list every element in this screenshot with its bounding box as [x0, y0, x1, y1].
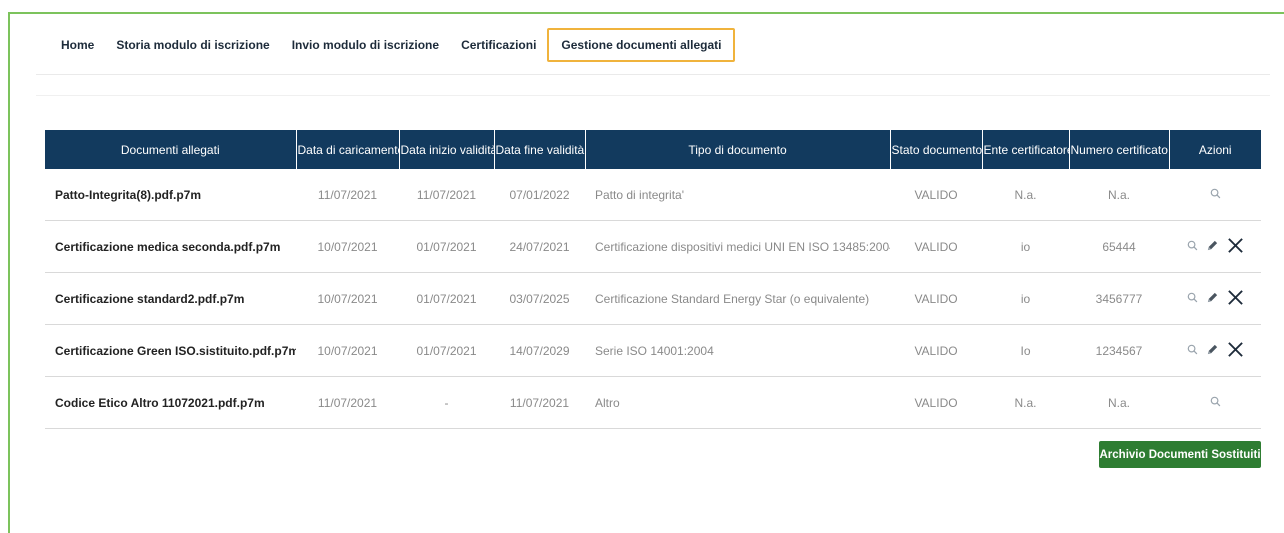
- upload-date-cell: 10/07/2021: [296, 272, 399, 325]
- validity-end-cell: 11/07/2021: [494, 376, 585, 429]
- pencil-icon[interactable]: [1206, 343, 1219, 359]
- certificate-number-cell: 3456777: [1069, 272, 1169, 325]
- validity-start-cell: 01/07/2021: [399, 272, 494, 325]
- column-header: Azioni: [1169, 130, 1261, 169]
- validity-start-cell: -: [399, 376, 494, 429]
- actions-cell: [1169, 376, 1261, 429]
- document-name-cell: Certificazione standard2.pdf.p7m: [45, 272, 296, 325]
- validity-end-cell: 24/07/2021: [494, 220, 585, 273]
- table-row: Patto-Integrita(8).pdf.p7m 11/07/2021 11/0…: [45, 169, 1261, 221]
- tab-storia-modulo[interactable]: Storia modulo di iscrizione: [105, 28, 280, 62]
- main-nav: Home Storia modulo di iscrizione Invio m…: [50, 27, 736, 63]
- table-row: Certificazione standard2.pdf.p7m 10/07/20…: [45, 272, 1261, 325]
- certificate-number-cell: N.a.: [1069, 376, 1169, 429]
- document-name-cell: Codice Etico Altro 11072021.pdf.p7m: [45, 376, 296, 429]
- certificate-number-cell: N.a.: [1069, 169, 1169, 221]
- column-header[interactable]: Documenti allegati: [45, 130, 297, 169]
- archive-replaced-documents-button[interactable]: Archivio Documenti Sostituiti: [1099, 441, 1261, 468]
- document-status-cell: VALIDO: [890, 220, 982, 273]
- tab-invio-modulo[interactable]: Invio modulo di iscrizione: [281, 28, 450, 62]
- table-row: Certificazione medica seconda.pdf.p7m 10/…: [45, 220, 1261, 273]
- nav-divider: [36, 74, 1270, 75]
- validity-start-cell: 11/07/2021: [399, 169, 494, 221]
- search-icon[interactable]: [1187, 292, 1198, 306]
- actions-cell: [1169, 272, 1261, 325]
- column-header[interactable]: Tipo di documento: [585, 130, 891, 169]
- row-actions: [1210, 396, 1221, 410]
- document-type-cell: Certificazione dispositivi medici UNI EN…: [585, 220, 890, 273]
- section-divider: [36, 95, 1270, 96]
- row-actions: [1210, 188, 1221, 202]
- close-icon[interactable]: [1227, 289, 1244, 309]
- column-header[interactable]: Data inizio validità: [399, 130, 495, 169]
- table-row: Codice Etico Altro 11072021.pdf.p7m 11/07…: [45, 376, 1261, 429]
- actions-cell: [1169, 324, 1261, 377]
- document-name-cell: Patto-Integrita(8).pdf.p7m: [45, 169, 296, 221]
- validity-end-cell: 03/07/2025: [494, 272, 585, 325]
- search-icon[interactable]: [1210, 188, 1221, 202]
- document-type-cell: Patto di integrita': [585, 169, 890, 221]
- upload-date-cell: 11/07/2021: [296, 376, 399, 429]
- column-header[interactable]: Stato documento: [890, 130, 983, 169]
- pencil-icon[interactable]: [1206, 239, 1219, 255]
- certifier-cell: io: [982, 220, 1069, 273]
- tab-certificazioni[interactable]: Certificazioni: [450, 28, 547, 62]
- search-icon[interactable]: [1210, 396, 1221, 410]
- row-actions: [1187, 289, 1244, 309]
- document-status-cell: VALIDO: [890, 169, 982, 221]
- validity-end-cell: 07/01/2022: [494, 169, 585, 221]
- document-type-cell: Altro: [585, 376, 890, 429]
- documents-table: Documenti allegati Data di caricamento D…: [45, 130, 1261, 429]
- document-type-cell: Serie ISO 14001:2004: [585, 324, 890, 377]
- column-header[interactable]: Numero certificato: [1069, 130, 1170, 169]
- upload-date-cell: 10/07/2021: [296, 324, 399, 377]
- upload-date-cell: 10/07/2021: [296, 220, 399, 273]
- upload-date-cell: 11/07/2021: [296, 169, 399, 221]
- table-header-row: Documenti allegati Data di caricamento D…: [45, 130, 1261, 169]
- validity-start-cell: 01/07/2021: [399, 324, 494, 377]
- validity-end-cell: 14/07/2029: [494, 324, 585, 377]
- column-header[interactable]: Ente certificatore: [982, 130, 1070, 169]
- document-status-cell: VALIDO: [890, 376, 982, 429]
- row-actions: [1187, 341, 1244, 361]
- validity-start-cell: 01/07/2021: [399, 220, 494, 273]
- document-name-cell: Certificazione medica seconda.pdf.p7m: [45, 220, 296, 273]
- document-name-cell: Certificazione Green ISO.sistituito.pdf.…: [45, 324, 296, 377]
- certifier-cell: Io: [982, 324, 1069, 377]
- certifier-cell: io: [982, 272, 1069, 325]
- actions-cell: [1169, 220, 1261, 273]
- certifier-cell: N.a.: [982, 169, 1069, 221]
- close-icon[interactable]: [1227, 237, 1244, 257]
- row-actions: [1187, 237, 1244, 257]
- document-status-cell: VALIDO: [890, 272, 982, 325]
- column-header[interactable]: Data fine validità: [494, 130, 586, 169]
- tab-home[interactable]: Home: [50, 28, 105, 62]
- certifier-cell: N.a.: [982, 376, 1069, 429]
- document-type-cell: Certificazione Standard Energy Star (o e…: [585, 272, 890, 325]
- document-status-cell: VALIDO: [890, 324, 982, 377]
- column-header[interactable]: Data di caricamento: [296, 130, 400, 169]
- pencil-icon[interactable]: [1206, 291, 1219, 307]
- certificate-number-cell: 65444: [1069, 220, 1169, 273]
- actions-cell: [1169, 169, 1261, 221]
- search-icon[interactable]: [1187, 344, 1198, 358]
- close-icon[interactable]: [1227, 341, 1244, 361]
- tab-gestione-documenti[interactable]: Gestione documenti allegati: [547, 28, 736, 62]
- table-row: Certificazione Green ISO.sistituito.pdf.…: [45, 324, 1261, 377]
- search-icon[interactable]: [1187, 240, 1198, 254]
- certificate-number-cell: 1234567: [1069, 324, 1169, 377]
